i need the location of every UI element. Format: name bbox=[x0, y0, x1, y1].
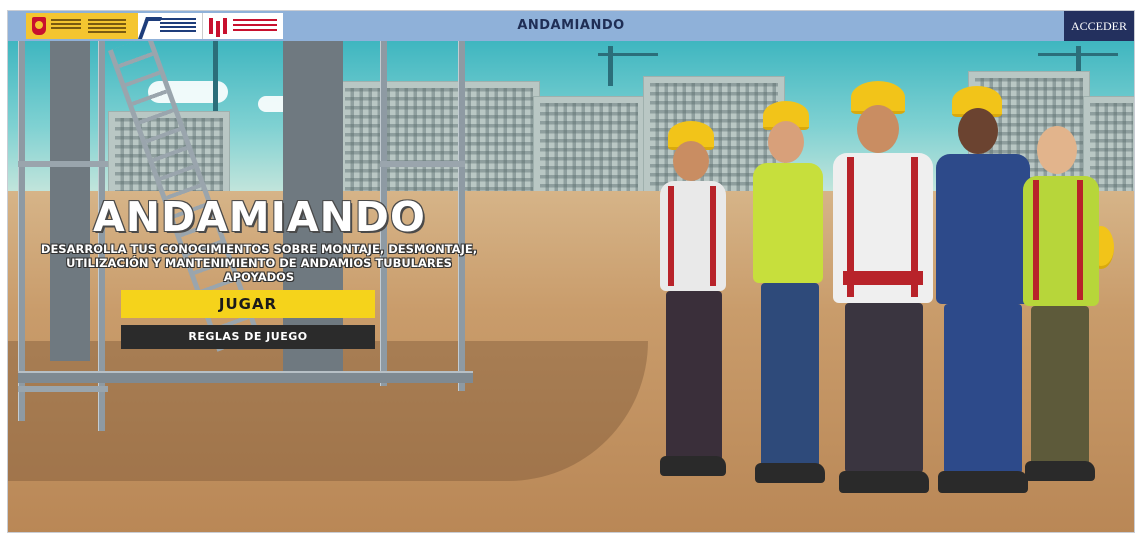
crane bbox=[1038, 53, 1118, 56]
worker-figure bbox=[823, 81, 943, 501]
scaffold-pole bbox=[18, 41, 25, 421]
game-rules-button[interactable]: REGLAS DE JUEGO bbox=[121, 325, 375, 349]
scaffold-beam bbox=[380, 161, 465, 167]
hero-title: ANDAMIANDO bbox=[93, 193, 426, 241]
top-bar: ANDAMIANDO ACCEDER bbox=[8, 11, 1134, 41]
crane bbox=[608, 46, 613, 86]
app-window: ANDAMIANDO ACCEDER ANDAMIANDO DESARROLLA… bbox=[7, 10, 1135, 533]
hero-subtitle: DESARROLLA TUS CONOCIMIENTOS SOBRE MONTA… bbox=[40, 242, 478, 284]
concrete-column bbox=[50, 41, 90, 361]
scaffold-beam bbox=[18, 161, 108, 167]
login-button[interactable]: ACCEDER bbox=[1064, 11, 1134, 41]
building bbox=[338, 81, 540, 208]
crane bbox=[598, 53, 658, 56]
crane bbox=[213, 41, 218, 121]
hero-illustration: ANDAMIANDO DESARROLLA TUS CONOCIMIENTOS … bbox=[8, 35, 1134, 532]
app-title: ANDAMIANDO bbox=[517, 18, 625, 33]
play-button[interactable]: JUGAR bbox=[121, 290, 375, 318]
scaffold-pole bbox=[458, 41, 465, 391]
worker-figure bbox=[648, 121, 748, 481]
scaffold-beam bbox=[18, 386, 108, 392]
worker-figure bbox=[1013, 116, 1114, 486]
scaffold-platform bbox=[18, 371, 473, 383]
